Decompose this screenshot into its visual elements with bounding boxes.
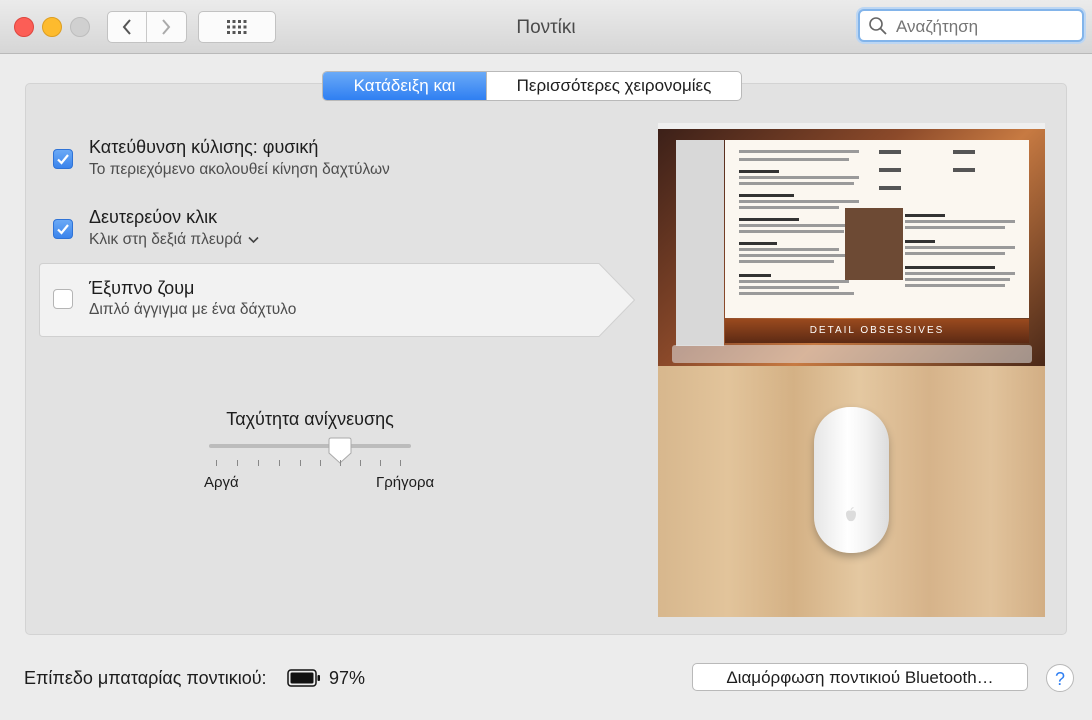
document-content (739, 144, 1025, 295)
slider-max-label: Γρήγορα (376, 474, 435, 491)
slider-min-label: Αργά (204, 474, 239, 491)
search-field[interactable] (858, 9, 1084, 42)
battery-level-label: Επίπεδο μπαταρίας ποντικιού: (24, 668, 267, 688)
scroll-direction-checkbox[interactable] (53, 149, 73, 169)
slider-tick (300, 460, 301, 466)
selected-option-highlight (39, 263, 635, 337)
tab-more-gestures[interactable]: Περισσότερες χειρονομίες (486, 72, 741, 100)
tracking-speed-label: Ταχύτητα ανίχνευσης (226, 409, 394, 429)
gesture-preview-image: DETAIL OBSESSIVES (658, 123, 1045, 617)
scroll-direction-title: Κατεύθυνση κύλισης: φυσική (89, 137, 319, 157)
smart-zoom-subtitle: Διπλό άγγιγμα με ένα δάχτυλο (89, 301, 297, 318)
chevron-down-icon (248, 236, 259, 244)
slider-tick (380, 460, 381, 466)
checkmark-icon (57, 224, 69, 235)
checkmark-icon (57, 154, 69, 165)
slider-tick (320, 460, 321, 466)
preview-document (725, 140, 1029, 318)
slider-tick (237, 460, 238, 466)
smart-zoom-title: Έξυπνο ζουμ (89, 278, 195, 298)
tab-point-and-click[interactable]: Κατάδειξη και κλικ (323, 72, 486, 100)
search-input[interactable] (894, 16, 1078, 38)
slider-tick (400, 460, 401, 466)
apple-logo-icon (846, 507, 856, 522)
preview-sidebar (676, 140, 724, 346)
slider-tick (216, 460, 217, 466)
slider-tick (340, 460, 341, 466)
secondary-click-subtitle: Κλικ στη δεξιά πλευρά (89, 231, 243, 248)
setup-bluetooth-mouse-button[interactable]: Διαμόρφωση ποντικιού Bluetooth… (692, 663, 1028, 691)
scroll-direction-subtitle: Το περιεχόμενο ακολουθεί κίνηση δαχτύλων (89, 161, 390, 178)
tracking-speed-slider[interactable] (209, 444, 411, 448)
magic-mouse-image (814, 407, 889, 553)
preview-banner: DETAIL OBSESSIVES (725, 319, 1029, 343)
smart-zoom-checkbox[interactable] (53, 289, 73, 309)
tab-bar: Κατάδειξη και κλικ Περισσότερες χειρονομ… (322, 71, 742, 101)
slider-tick (258, 460, 259, 466)
help-button[interactable]: ? (1046, 664, 1074, 692)
preview-screen: DETAIL OBSESSIVES (658, 123, 1045, 366)
battery-percent: 97% (329, 668, 366, 688)
secondary-click-title: Δευτερεύον κλικ (89, 207, 218, 227)
search-icon (869, 17, 887, 35)
battery-icon (287, 669, 320, 687)
secondary-click-checkbox[interactable] (53, 219, 73, 239)
slider-tick (360, 460, 361, 466)
preview-menubar (658, 123, 1045, 129)
preview-dock (672, 345, 1032, 363)
secondary-click-popup[interactable]: Κλικ στη δεξιά πλευρά (89, 231, 259, 249)
slider-tick (279, 460, 280, 466)
title-bar: Ποντίκι (0, 0, 1092, 54)
